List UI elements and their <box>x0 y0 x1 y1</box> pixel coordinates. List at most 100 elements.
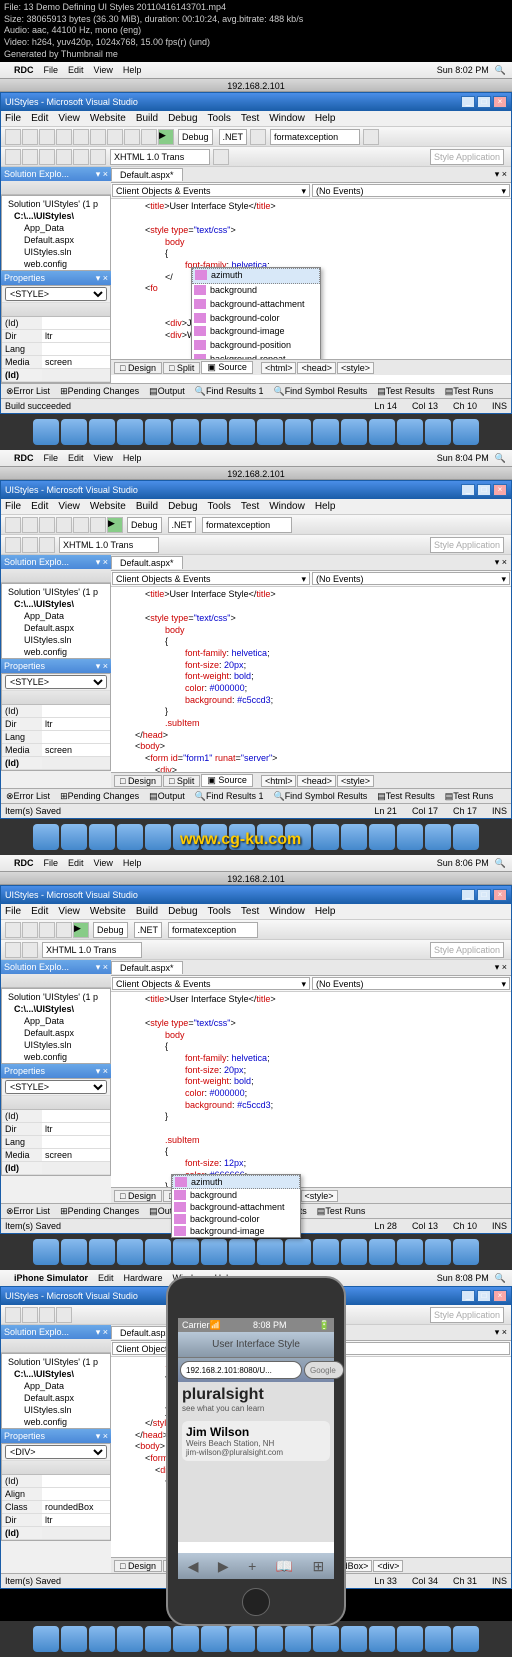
breadcrumb[interactable]: <style> <box>337 362 374 374</box>
cut-icon[interactable] <box>73 129 89 145</box>
tb-icon[interactable] <box>39 149 55 165</box>
menu-file[interactable]: File <box>44 65 59 75</box>
find-icon[interactable] <box>250 129 266 145</box>
vs-titlebar[interactable]: UIStyles - Microsoft Visual Studio _ □ × <box>1 93 511 111</box>
vs-menu-debug[interactable]: Debug <box>168 113 197 124</box>
tb-icon[interactable] <box>73 149 89 165</box>
mac-dock[interactable] <box>0 1234 512 1270</box>
new-icon[interactable] <box>5 129 21 145</box>
split-tab[interactable]: □ Split <box>163 362 200 374</box>
tb-icon[interactable] <box>56 149 72 165</box>
open-icon[interactable] <box>22 129 38 145</box>
minimize-button[interactable]: _ <box>461 96 475 108</box>
design-tab[interactable]: □ Design <box>114 362 162 374</box>
maximize-button[interactable]: □ <box>477 96 491 108</box>
mac-dock[interactable] <box>0 1621 512 1657</box>
objects-dropdown[interactable]: Client Objects & Events▾ <box>112 184 310 197</box>
intellisense-item[interactable]: background-repeat <box>192 353 320 360</box>
project-node[interactable]: C:\...\UIStyles\ <box>4 210 108 222</box>
mac-dock[interactable] <box>0 819 512 855</box>
solution-node[interactable]: Solution 'UIStyles' (1 p <box>4 198 108 210</box>
pin-icon[interactable]: ▾ × <box>96 273 108 284</box>
style-application[interactable]: Style Application <box>430 149 504 165</box>
tb-icon[interactable] <box>5 149 21 165</box>
element-select[interactable]: <STYLE> <box>5 287 107 301</box>
dock-icon[interactable] <box>89 419 115 445</box>
solution-explorer-header[interactable]: Solution Explo...▾ × <box>1 167 111 181</box>
tb-icon[interactable] <box>22 149 38 165</box>
dock-icon[interactable] <box>453 419 479 445</box>
extra-icon[interactable] <box>363 129 379 145</box>
redo-icon[interactable] <box>141 129 157 145</box>
intellisense-item[interactable]: background-position <box>192 339 320 353</box>
dock-icon[interactable] <box>61 419 87 445</box>
intellisense-item[interactable]: azimuth <box>192 268 320 284</box>
tabs-icon[interactable]: ⊞ <box>313 1558 325 1575</box>
breadcrumb[interactable]: <html> <box>261 362 297 374</box>
code-editor[interactable]: <title>User Interface Style</title> <sty… <box>111 587 511 772</box>
forward-icon[interactable]: ▶ <box>218 1558 229 1575</box>
dock-icon[interactable] <box>397 419 423 445</box>
tb-icon[interactable] <box>90 149 106 165</box>
dock-icon[interactable] <box>313 419 339 445</box>
intellisense-item[interactable]: background-attachment <box>192 298 320 312</box>
dock-icon[interactable] <box>257 419 283 445</box>
undo-icon[interactable] <box>124 129 140 145</box>
url-input[interactable] <box>180 1361 302 1379</box>
dock-icon[interactable] <box>369 419 395 445</box>
vs-menu-test[interactable]: Test <box>241 113 259 124</box>
tree-item[interactable]: web.config <box>4 258 108 270</box>
code-editor[interactable]: <title>User Interface Style</title> <sty… <box>111 199 511 359</box>
config-dropdown[interactable]: Debug <box>178 129 213 145</box>
intellisense-item[interactable]: background-image <box>192 325 320 339</box>
vs-menu-build[interactable]: Build <box>136 113 158 124</box>
intellisense-popup[interactable]: azimuth background background-attachment… <box>191 267 321 359</box>
intellisense-popup[interactable]: azimuth background background-attachment… <box>171 1174 301 1238</box>
properties-grid[interactable]: <STYLE> (Id) Dirltr Lang Mediascreen (Id… <box>1 285 111 383</box>
vs-menu-view[interactable]: View <box>58 113 80 124</box>
app-name[interactable]: RDC <box>14 453 34 463</box>
save-all-icon[interactable] <box>56 129 72 145</box>
tab-close-icon[interactable]: ▾ × <box>491 169 511 180</box>
mac-dock[interactable] <box>0 414 512 450</box>
save-icon[interactable] <box>39 129 55 145</box>
vs-menu-website[interactable]: Website <box>90 113 126 124</box>
menu-edit[interactable]: Edit <box>68 65 84 75</box>
properties-header[interactable]: Properties▾ × <box>1 271 111 285</box>
dock-icon[interactable] <box>173 419 199 445</box>
vs-menu-tools[interactable]: Tools <box>208 113 231 124</box>
iphone-simulator[interactable]: Carrier 📶 8:08 PM 🔋 User Interface Style… <box>166 1276 346 1626</box>
tree-item[interactable]: App_Data <box>4 222 108 234</box>
intellisense-item[interactable]: background <box>192 284 320 298</box>
tb-icon[interactable] <box>213 149 229 165</box>
tree-item[interactable]: Default.aspx <box>4 234 108 246</box>
menu-view[interactable]: View <box>94 65 113 75</box>
spotlight-icon[interactable]: 🔍 <box>495 65 506 76</box>
pending-tab[interactable]: ⊞Pending Changes <box>58 386 141 397</box>
dock-icon[interactable] <box>425 419 451 445</box>
dock-icon[interactable] <box>229 419 255 445</box>
app-name[interactable]: RDC <box>14 65 34 75</box>
vs-menu-file[interactable]: File <box>5 113 21 124</box>
bookmarks-icon[interactable]: 📖 <box>276 1558 293 1575</box>
home-button[interactable] <box>242 1588 270 1616</box>
source-tab[interactable]: ▣ Source <box>201 361 253 374</box>
output-tab[interactable]: ▤Output <box>147 386 187 397</box>
doctype-dropdown[interactable]: XHTML 1.0 Trans <box>110 149 210 165</box>
run-icon[interactable]: ▶ <box>158 129 174 145</box>
dock-icon[interactable] <box>33 419 59 445</box>
breadcrumb[interactable]: <head> <box>297 362 336 374</box>
test-results-tab[interactable]: ▤Test Results <box>375 386 437 397</box>
dock-icon[interactable] <box>117 419 143 445</box>
dock-icon[interactable] <box>285 419 311 445</box>
intellisense-item[interactable]: background-color <box>192 312 320 326</box>
dock-icon[interactable] <box>341 419 367 445</box>
copy-icon[interactable] <box>90 129 106 145</box>
menu-help[interactable]: Help <box>123 65 142 75</box>
events-dropdown[interactable]: (No Events)▾ <box>312 184 510 197</box>
share-icon[interactable]: + <box>248 1558 256 1574</box>
pin-icon[interactable]: ▾ × <box>96 169 108 180</box>
back-icon[interactable]: ◀ <box>188 1558 199 1575</box>
symbol-tab[interactable]: 🔍Find Symbol Results <box>271 386 369 397</box>
code-editor[interactable]: <title>User Interface Style</title> <sty… <box>111 992 511 1187</box>
